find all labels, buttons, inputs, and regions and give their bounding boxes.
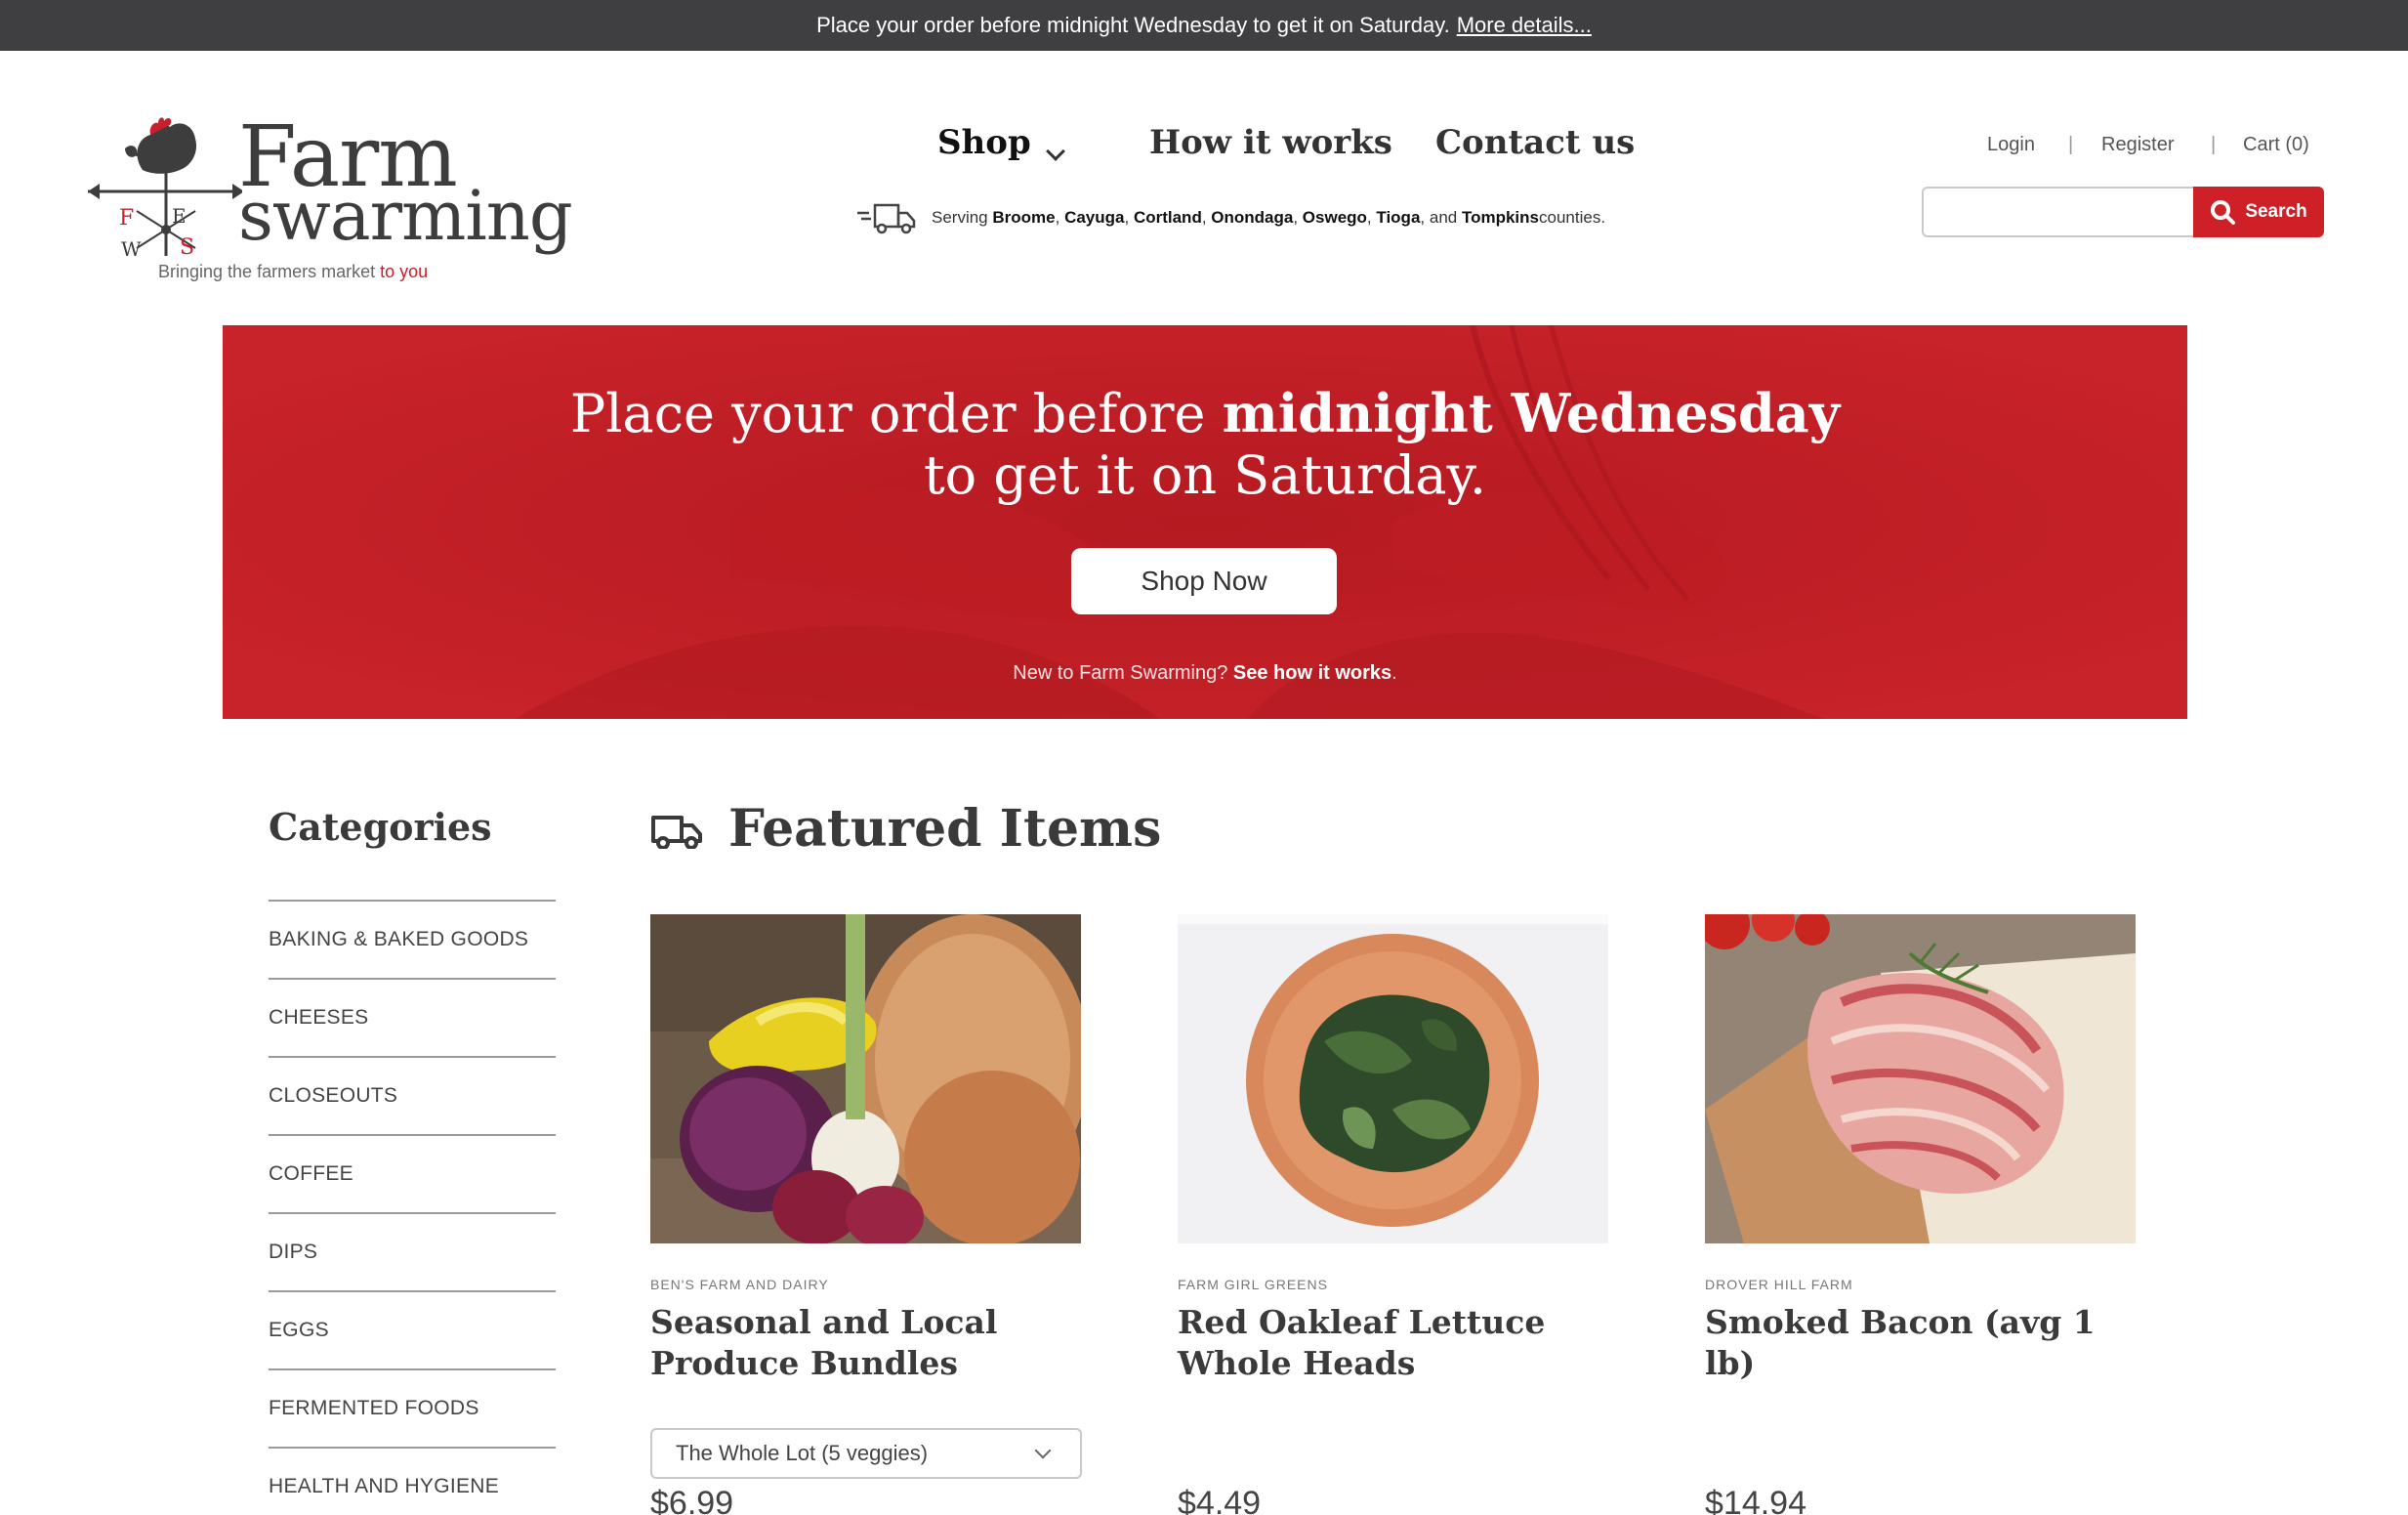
product-option-select[interactable]: The Whole Lot (5 veggies) (650, 1428, 1082, 1479)
search-button[interactable]: Search (2193, 187, 2324, 237)
serving-and: and (1429, 208, 1458, 227)
category-fermented-foods[interactable]: FERMENTED FOODS (269, 1368, 556, 1447)
site-logo[interactable]: F E W S Farm swarming Bringing the farme… (86, 109, 573, 285)
nav-shop-label: Shop (937, 123, 1031, 162)
cart-link[interactable]: Cart (0) (2243, 134, 2309, 156)
category-eggs[interactable]: EGGS (269, 1290, 556, 1368)
svg-text:E: E (172, 204, 187, 228)
search-button-label: Search (2245, 201, 2307, 222)
hero-banner: Place your order before midnight Wednesd… (223, 325, 2187, 719)
category-closeouts[interactable]: CLOSEOUTS (269, 1056, 556, 1134)
shop-now-button[interactable]: Shop Now (1071, 548, 1337, 614)
lettuce-image[interactable] (1178, 914, 1608, 1243)
county-onondaga: Onondaga (1211, 208, 1294, 227)
hero-headline-bold: midnight Wednesday (1222, 382, 1841, 444)
hero-headline-line1: Place your order before midnight Wednesd… (223, 382, 2187, 444)
produce-bundle-image[interactable] (650, 914, 1081, 1243)
delivery-truck-icon (651, 816, 702, 849)
smoked-bacon-image[interactable] (1705, 914, 2136, 1243)
county-oswego: Oswego (1302, 208, 1367, 227)
categories-list: BAKING & BAKED GOODS CHEESES CLOSEOUTS C… (269, 900, 556, 1515)
county-tompkins: Tompkins (1461, 208, 1539, 227)
serving-counties: Serving Broome, Cayuga, Cortland, Ononda… (855, 201, 1605, 234)
county-cortland: Cortland (1133, 208, 1202, 227)
category-cheeses[interactable]: CHEESES (269, 978, 556, 1056)
product-name[interactable]: Seasonal and Local Produce Bundles (650, 1302, 1081, 1384)
category-dips[interactable]: DIPS (269, 1212, 556, 1290)
product-price: $4.49 (1178, 1485, 1262, 1515)
nav-how-it-works[interactable]: How it works (1149, 123, 1392, 162)
product-vendor[interactable]: DROVER HILL FARM (1705, 1277, 1853, 1292)
category-health-and-hygiene[interactable]: HEALTH AND HYGIENE (269, 1447, 556, 1515)
weathervane-rooster-icon: F E W S (88, 117, 242, 261)
category-baking-baked-goods[interactable]: BAKING & BAKED GOODS (269, 900, 556, 978)
county-broome: Broome (992, 208, 1056, 227)
svg-text:W: W (121, 237, 142, 261)
tagline-text: Bringing the farmers market (158, 262, 381, 281)
nav-shop[interactable]: Shop (937, 123, 1065, 162)
search-input[interactable] (1922, 187, 2195, 237)
featured-items-heading: Featured Items (728, 799, 1162, 859)
county-cayuga: Cayuga (1064, 208, 1125, 227)
hero-new-prefix: New to Farm Swarming? (1013, 662, 1233, 684)
serving-prefix: Serving (932, 208, 988, 227)
more-details-link[interactable]: More details... (1457, 13, 1592, 38)
tagline-highlight: to you (380, 262, 429, 281)
chevron-down-icon (1046, 142, 1065, 161)
product-name[interactable]: Smoked Bacon (avg 1 lb) (1705, 1302, 2136, 1384)
announcement-text: Place your order before midnight Wednesd… (816, 13, 1450, 37)
register-link[interactable]: Register (2101, 134, 2174, 156)
delivery-truck-icon (857, 203, 916, 234)
product-option-value: The Whole Lot (5 veggies) (676, 1441, 929, 1465)
product-vendor[interactable]: FARM GIRL GREENS (1178, 1277, 1328, 1292)
chevron-down-icon (1034, 1442, 1052, 1459)
announcement-bar: Place your order before midnight Wednesd… (0, 0, 2408, 51)
account-divider: | (2211, 134, 2217, 155)
product-vendor[interactable]: BEN'S FARM AND DAIRY (650, 1277, 829, 1292)
serving-suffix: counties. (1539, 208, 1606, 227)
hero-headline-regular: Place your order before (569, 383, 1223, 444)
county-tioga: Tioga (1376, 208, 1421, 227)
logo-tagline: Bringing the farmers market to you (158, 262, 428, 282)
account-divider: | (2068, 134, 2074, 155)
hero-new-customer-text: New to Farm Swarming? See how it works. (223, 662, 2187, 685)
hero-new-suffix: . (1391, 662, 1397, 684)
hero-headline-line2: to get it on Saturday. (923, 444, 1487, 506)
nav-contact-us[interactable]: Contact us (1435, 123, 1635, 162)
category-coffee[interactable]: COFFEE (269, 1134, 556, 1212)
login-link[interactable]: Login (1987, 134, 2035, 156)
logo-wordmark-swarming: swarming (238, 176, 573, 256)
product-price: $14.94 (1705, 1485, 1806, 1515)
svg-text:S: S (180, 235, 194, 260)
product-name[interactable]: Red Oakleaf Lettuce Whole Heads (1178, 1302, 1608, 1384)
svg-text:F: F (119, 206, 134, 231)
product-price: $6.99 (650, 1485, 734, 1515)
categories-heading: Categories (269, 805, 492, 849)
search-icon (2211, 200, 2236, 225)
see-how-it-works-link[interactable]: See how it works (1233, 662, 1391, 684)
